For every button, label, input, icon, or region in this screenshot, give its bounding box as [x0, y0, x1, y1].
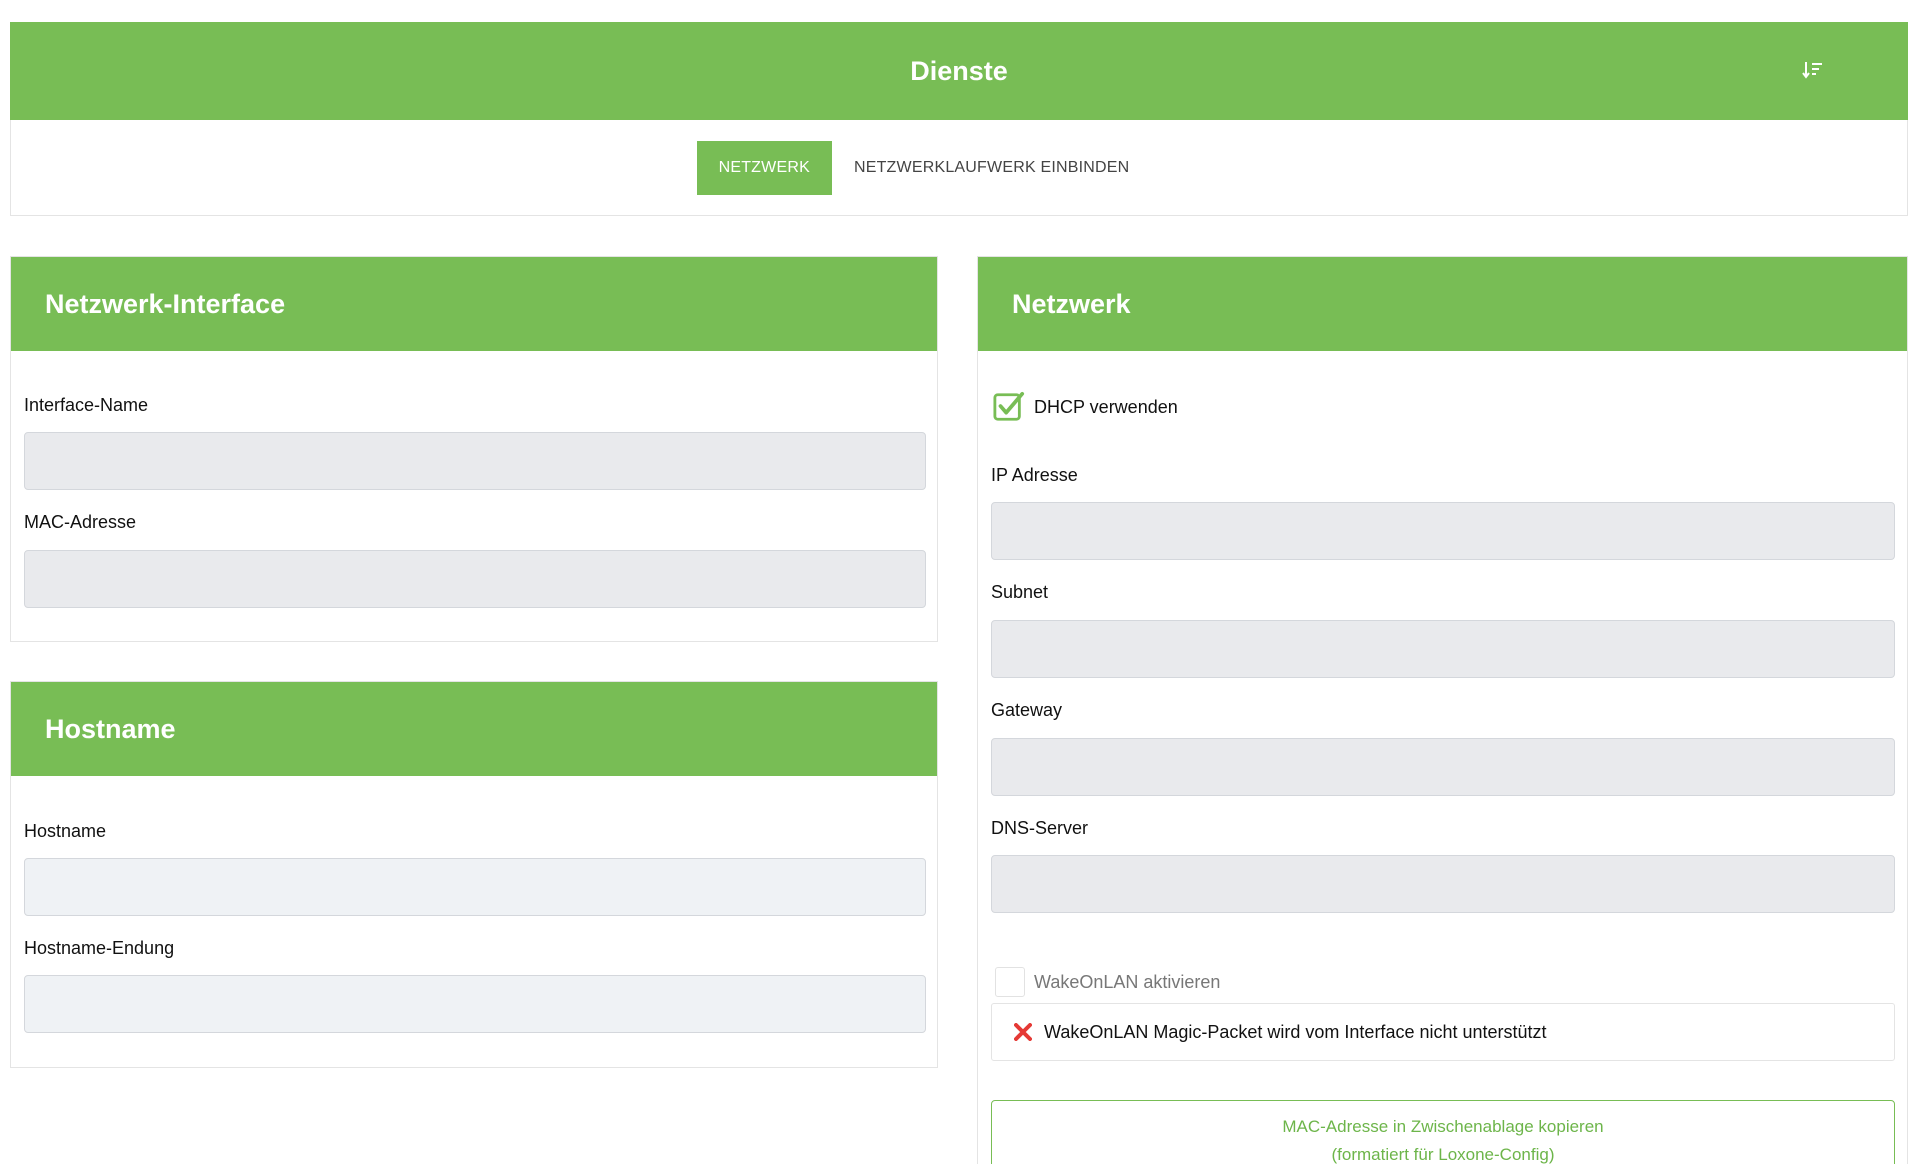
- subnet-label: Subnet: [991, 582, 1049, 602]
- network-card-title: Netzwerk: [1012, 288, 1131, 319]
- mac-address-input[interactable]: [24, 550, 926, 608]
- ip-address-label: IP Adresse: [991, 465, 1078, 485]
- sort-button[interactable]: [1798, 55, 1828, 85]
- wol-checkbox[interactable]: [995, 967, 1025, 997]
- hostname-label: Hostname: [24, 821, 107, 841]
- page-header: Dienste: [10, 22, 1908, 120]
- gateway-label: Gateway: [991, 700, 1063, 720]
- dhcp-row: DHCP verwenden: [993, 391, 1178, 423]
- copy-mac-button-line2: (formatiert für Loxone-Config): [1331, 1145, 1555, 1164]
- network-card-header: Netzwerk: [978, 257, 1907, 351]
- ip-address-input[interactable]: [991, 502, 1895, 560]
- gateway-input[interactable]: [991, 738, 1895, 796]
- close-icon: [1014, 1023, 1032, 1041]
- copy-mac-button[interactable]: MAC-Adresse in Zwischenablage kopieren (…: [991, 1100, 1895, 1164]
- hostname-card: Hostname Hostname Hostname-Endung: [10, 681, 938, 1068]
- tab-netzwerklaufwerk-einbinden[interactable]: NETZWERKLAUFWERK EINBINDEN: [832, 141, 1151, 195]
- tab-netzwerk[interactable]: NETZWERK: [696, 140, 832, 195]
- hostname-input[interactable]: [24, 858, 926, 916]
- dhcp-label: DHCP verwenden: [1034, 396, 1178, 417]
- sort-descending-icon: [1802, 62, 1822, 79]
- tab-bar: NETZWERK NETZWERKLAUFWERK EINBINDEN: [10, 120, 1908, 216]
- copy-mac-button-line1: MAC-Adresse in Zwischenablage kopieren: [1282, 1117, 1604, 1136]
- wol-row: WakeOnLAN aktivieren: [995, 967, 1220, 997]
- page-title: Dienste: [910, 55, 1008, 86]
- wol-notice-text: WakeOnLAN Magic-Packet wird vom Interfac…: [1044, 1021, 1547, 1042]
- dns-server-input[interactable]: [991, 855, 1895, 913]
- network-card: Netzwerk DHCP verwenden IP Adresse Subne…: [977, 256, 1908, 1164]
- interface-card-title: Netzwerk-Interface: [45, 288, 286, 319]
- dns-server-label: DNS-Server: [991, 818, 1089, 838]
- checkbox-checked-icon: [993, 391, 1025, 421]
- interface-name-input[interactable]: [24, 432, 926, 490]
- mac-address-label: MAC-Adresse: [24, 512, 137, 532]
- hostname-card-header: Hostname: [11, 682, 937, 776]
- subnet-input[interactable]: [991, 620, 1895, 678]
- page: Dienste NETZWERK NETZWERKLAUFWERK EINBIN…: [0, 0, 1916, 1164]
- interface-card-header: Netzwerk-Interface: [11, 257, 937, 351]
- wol-label: WakeOnLAN aktivieren: [1034, 971, 1221, 992]
- interface-name-label: Interface-Name: [24, 395, 149, 415]
- wol-notice: WakeOnLAN Magic-Packet wird vom Interfac…: [991, 1003, 1895, 1061]
- interface-card: Netzwerk-Interface Interface-Name MAC-Ad…: [10, 256, 938, 642]
- hostname-suffix-input[interactable]: [24, 975, 926, 1033]
- hostname-card-title: Hostname: [45, 713, 176, 744]
- hostname-suffix-label: Hostname-Endung: [24, 938, 175, 958]
- dhcp-checkbox[interactable]: [993, 391, 1025, 423]
